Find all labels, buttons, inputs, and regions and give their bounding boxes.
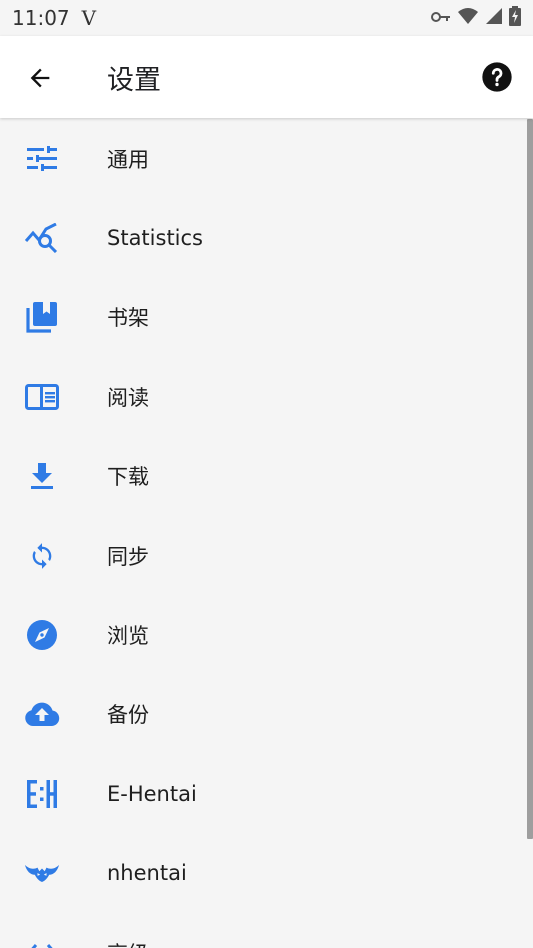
- settings-item-nhentai[interactable]: nhentai: [0, 834, 533, 913]
- settings-item-advanced[interactable]: 高级: [0, 913, 533, 948]
- sync-icon: [24, 538, 60, 574]
- settings-item-reader[interactable]: 阅读: [0, 357, 533, 436]
- arrow-back-icon: [30, 68, 50, 88]
- chrome-reader-mode-icon: [24, 379, 60, 415]
- settings-item-sync[interactable]: 同步: [0, 516, 533, 595]
- battery-charging-icon: [509, 6, 521, 30]
- settings-item-label: 通用: [107, 147, 149, 172]
- settings-item-label: 阅读: [107, 385, 149, 410]
- settings-item-label: E-Hentai: [107, 781, 197, 806]
- key-icon: [431, 9, 451, 28]
- settings-item-general[interactable]: 通用: [0, 119, 533, 198]
- cloud-upload-icon: [24, 696, 60, 732]
- nhentai-logo-icon: [24, 855, 60, 891]
- scrollbar[interactable]: [527, 119, 533, 839]
- wifi-icon: [457, 7, 479, 29]
- settings-item-label: 备份: [107, 703, 149, 728]
- settings-item-backup[interactable]: 备份: [0, 675, 533, 754]
- settings-item-download[interactable]: 下载: [0, 437, 533, 516]
- help-circle-icon: [482, 62, 512, 92]
- signal-icon: [485, 7, 503, 29]
- ehentai-logo-icon: [24, 776, 60, 812]
- settings-item-label: Statistics: [107, 226, 203, 251]
- page-title: 设置: [107, 65, 161, 96]
- code-icon: [24, 935, 60, 948]
- back-button[interactable]: [22, 60, 58, 96]
- settings-item-browse[interactable]: 浏览: [0, 595, 533, 674]
- settings-item-label: 浏览: [107, 624, 149, 649]
- status-time: 11:07: [12, 6, 70, 30]
- query-stats-icon: [24, 220, 60, 256]
- settings-item-label: 同步: [107, 544, 149, 569]
- app-bar: 设置: [0, 36, 533, 118]
- tune-icon: [24, 141, 60, 177]
- carrier-glyph: V: [81, 6, 97, 30]
- settings-item-library[interactable]: 书架: [0, 278, 533, 357]
- settings-item-label: nhentai: [107, 861, 187, 886]
- settings-list: 通用 Statistics 书架 阅读 下载 同步 浏览 备份 E-Hentai…: [0, 119, 533, 948]
- settings-item-ehentai[interactable]: E-Hentai: [0, 754, 533, 833]
- settings-item-label: 书架: [107, 306, 149, 331]
- help-button[interactable]: [481, 61, 513, 93]
- library-books-icon: [24, 299, 60, 335]
- download-icon: [24, 458, 60, 494]
- explore-icon: [24, 617, 60, 653]
- settings-item-label: 下载: [107, 465, 149, 490]
- settings-item-label: 高级: [107, 938, 149, 948]
- status-bar: 11:07 V: [0, 0, 533, 36]
- settings-item-statistics[interactable]: Statistics: [0, 198, 533, 277]
